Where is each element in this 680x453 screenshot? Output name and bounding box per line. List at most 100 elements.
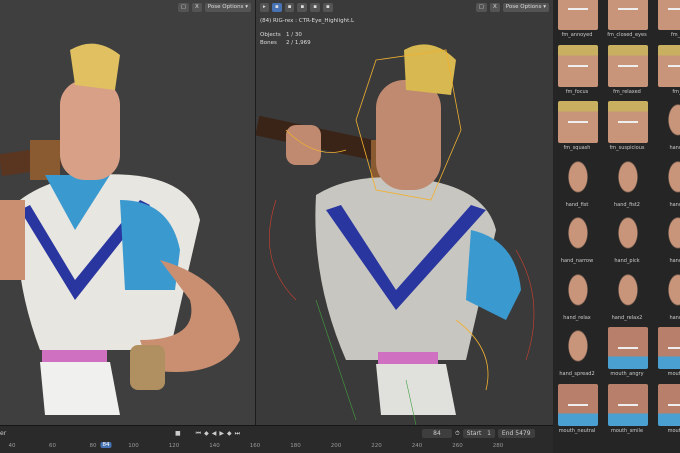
asset-item[interactable]: mouth_ — [655, 382, 680, 438]
right-viewport[interactable]: ▸ ▪ ▪ ▪ ▪ ▪ ▢ X Pose Options ▾ (84) RIG-… — [256, 0, 553, 425]
asset-item[interactable]: hand_relax — [555, 269, 599, 325]
asset-item[interactable]: fm_focus — [555, 43, 599, 99]
asset-thumbnail — [608, 214, 648, 256]
xray-icon[interactable]: X — [489, 2, 500, 12]
select-intersect-icon[interactable]: ▪ — [322, 2, 333, 12]
eye-icon — [568, 64, 588, 69]
eye-icon — [568, 121, 588, 125]
asset-label: fm_suspicious — [609, 145, 645, 151]
asset-item[interactable]: hand_fist2 — [605, 156, 649, 212]
asset-label: fm_ — [672, 88, 680, 95]
overlay-icon[interactable]: ▢ — [475, 2, 487, 12]
asset-label: hand_ — [669, 145, 680, 151]
play-button[interactable]: ▶ — [219, 430, 224, 437]
pose-library-panel: fm_annoyed fm_closed_eyes fm_c fm_focus fm_r… — [553, 0, 680, 453]
asset-thumbnail — [558, 214, 598, 256]
asset-item[interactable]: mouth_neutral — [555, 382, 599, 438]
select-box-icon[interactable]: ▪ — [272, 2, 282, 12]
asset-thumbnail — [658, 44, 680, 87]
pose-options-dropdown[interactable]: Pose Options ▾ — [502, 2, 549, 12]
asset-label: fm_squash — [563, 145, 591, 151]
asset-label: hand_ — [669, 201, 680, 208]
asset-item[interactable]: fm_ — [655, 43, 680, 99]
asset-item[interactable]: fm_relaxed — [605, 43, 649, 99]
asset-thumbnail — [608, 157, 648, 200]
asset-label: fm_relaxed — [613, 88, 641, 95]
start-frame-field[interactable]: Start 1 — [462, 429, 495, 438]
select-invert-icon[interactable]: ▪ — [310, 2, 320, 12]
asset-thumbnail — [658, 327, 680, 369]
asset-item[interactable]: fm_annoyed — [555, 0, 599, 42]
frame-tick: 160 — [249, 443, 261, 449]
left-viewport[interactable]: ▢ X Pose Options ▾ — [0, 0, 255, 425]
jump-start-button[interactable]: ⏮ — [196, 430, 201, 438]
asset-item[interactable]: hand_spread2 — [555, 325, 599, 381]
asset-item[interactable]: hand_ — [655, 99, 680, 155]
frame-tick: 220 — [371, 443, 382, 449]
asset-item[interactable]: hand_ — [655, 269, 680, 325]
asset-thumbnail — [558, 327, 598, 369]
asset-label: hand_pick — [614, 258, 640, 264]
asset-item[interactable]: hand_relax2 — [605, 269, 649, 325]
frame-tick: 140 — [209, 443, 220, 449]
play-reverse-button[interactable]: ◀ — [212, 430, 217, 437]
objects-stat: Objects 1 / 30 — [260, 32, 302, 38]
asset-thumbnail — [558, 44, 598, 87]
pose-options-dropdown[interactable]: Pose Options ▾ — [204, 2, 251, 12]
select-subtract-icon[interactable]: ▪ — [297, 2, 308, 12]
eye-icon — [618, 347, 638, 351]
xray-icon[interactable]: X — [191, 2, 202, 12]
start-value: 1 — [487, 430, 491, 437]
asset-label: fm_c — [671, 32, 680, 38]
eye-icon — [568, 8, 588, 12]
asset-item[interactable]: mouth_angry — [605, 325, 649, 381]
asset-label: hand_ — [669, 258, 680, 264]
asset-item[interactable]: hand_pick — [605, 212, 649, 268]
frame-tick: 240 — [411, 443, 423, 449]
asset-item[interactable]: fm_squash — [555, 99, 599, 155]
next-keyframe-button[interactable]: ◆ — [227, 430, 232, 437]
overlay-icon[interactable]: ▢ — [177, 2, 189, 12]
asset-item[interactable]: mouth_ — [655, 325, 680, 381]
asset-item[interactable]: hand_narrow — [555, 212, 599, 268]
active-object-info: (84) RIG-rex : CTR-Eye_Highlight.L — [260, 18, 355, 24]
asset-label: mouth_ — [667, 427, 680, 434]
end-frame-field[interactable]: End 5479 — [497, 429, 535, 438]
asset-label: hand_narrow — [560, 258, 594, 264]
asset-label: hand_spread2 — [559, 371, 595, 377]
asset-label: mouth_ — [667, 371, 680, 377]
frame-tick: 60 — [49, 443, 56, 449]
asset-item[interactable]: fm_suspicious — [605, 99, 649, 155]
asset-thumbnail — [558, 383, 598, 426]
timeline[interactable]: er ■ ⏮ ◆ ◀ ▶ ◆ ⏭ 84 ⏱ Start 1 End 5479 4… — [0, 425, 553, 453]
prev-keyframe-button[interactable]: ◆ — [204, 430, 209, 437]
eye-icon — [618, 64, 638, 69]
asset-item[interactable]: hand_ — [655, 156, 680, 212]
eye-icon — [668, 403, 680, 408]
pose-options-label: Pose Options — [505, 4, 542, 10]
asset-item[interactable]: fm_closed_eyes — [605, 0, 649, 42]
current-frame-field[interactable]: 84 — [422, 429, 452, 438]
asset-thumbnail — [558, 270, 598, 313]
record-button[interactable]: ■ — [175, 430, 181, 437]
asset-item[interactable]: fm_c — [655, 0, 680, 42]
asset-item[interactable]: hand_ — [655, 212, 680, 268]
eye-icon — [618, 8, 638, 12]
start-label: Start — [466, 430, 482, 437]
jump-end-button[interactable]: ⏭ — [235, 430, 240, 438]
asset-item[interactable]: mouth_smile — [605, 382, 649, 438]
stopwatch-icon[interactable]: ⏱ — [455, 430, 460, 438]
select-extend-icon[interactable]: ▪ — [284, 2, 295, 12]
objects-label: Objects — [260, 32, 281, 38]
asset-thumbnail — [608, 0, 648, 30]
bones-value: 2 / 1,969 — [286, 40, 311, 46]
playhead[interactable]: 84 — [100, 442, 112, 448]
asset-label: mouth_neutral — [558, 427, 596, 434]
frame-tick: 100 — [128, 443, 139, 449]
play-icon[interactable]: ▸ — [260, 2, 269, 12]
asset-thumbnail — [558, 101, 598, 143]
asset-thumbnail — [658, 270, 680, 313]
asset-item[interactable]: hand_fist — [555, 156, 599, 212]
asset-label: fm_annoyed — [561, 32, 593, 38]
asset-thumbnail — [608, 270, 648, 313]
